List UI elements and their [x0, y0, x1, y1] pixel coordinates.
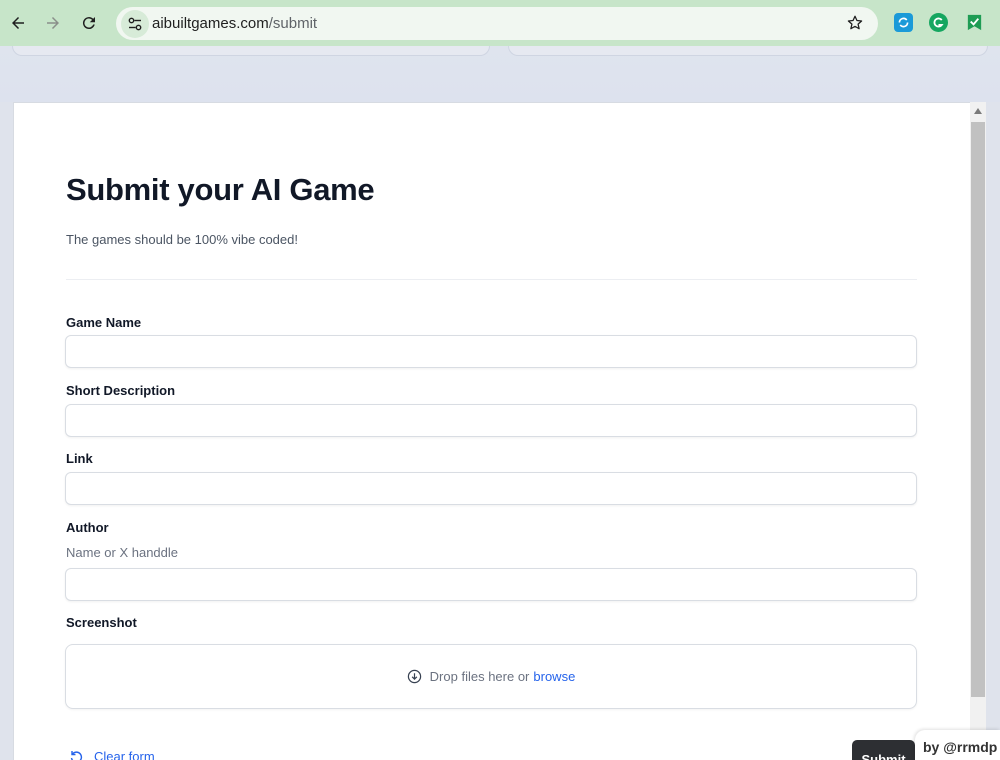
author-input[interactable]	[65, 568, 917, 601]
site-settings-icon[interactable]	[121, 10, 149, 38]
grammarly-extension-icon[interactable]	[929, 13, 948, 32]
download-circle-icon	[407, 669, 421, 684]
game-name-input[interactable]	[65, 335, 917, 368]
clear-form-label: Clear form	[94, 748, 155, 760]
background-card-edge	[12, 46, 490, 56]
page-background	[0, 46, 1000, 102]
scroll-up-arrow-icon[interactable]	[974, 108, 982, 114]
page-title: Submit your AI Game	[66, 172, 375, 207]
browse-link[interactable]: browse	[533, 669, 575, 684]
browser-toolbar: aibuiltgames.com/submit	[0, 0, 1000, 46]
checkmark-extension-icon[interactable]	[965, 13, 984, 32]
short-description-input[interactable]	[65, 404, 917, 437]
background-card-edge	[508, 46, 988, 56]
url-path: /submit	[268, 15, 318, 32]
clear-form-button[interactable]: Clear form	[68, 748, 155, 760]
author-credit-badge[interactable]: by @rrmdp	[915, 730, 1000, 760]
scrollbar-thumb[interactable]	[971, 122, 985, 697]
author-hint: Name or X handdle	[66, 545, 179, 560]
sync-extension-icon[interactable]	[894, 13, 913, 32]
url-host: aibuiltgames.com	[152, 15, 269, 32]
url-text[interactable]: aibuiltgames.com/submit	[152, 15, 317, 32]
game-name-label: Game Name	[66, 315, 142, 330]
screenshot-dropzone[interactable]: Drop files here or browse	[65, 644, 917, 709]
link-label: Link	[66, 451, 93, 466]
bookmark-star-icon[interactable]	[846, 14, 864, 32]
submit-button[interactable]: Submit	[852, 740, 915, 760]
author-label: Author	[66, 520, 109, 535]
scrollbar[interactable]	[970, 102, 986, 742]
page-subtitle: The games should be 100% vibe coded!	[66, 232, 298, 247]
divider	[66, 279, 917, 280]
screenshot-label: Screenshot	[66, 615, 137, 630]
dropzone-text: Drop files here or	[429, 669, 530, 684]
link-input[interactable]	[65, 472, 917, 505]
back-arrow-icon[interactable]	[6, 11, 30, 35]
address-bar[interactable]: aibuiltgames.com/submit	[116, 7, 878, 40]
short-description-label: Short Description	[66, 383, 176, 398]
reload-icon[interactable]	[77, 11, 101, 35]
undo-icon	[70, 751, 83, 760]
forward-arrow-icon[interactable]	[41, 11, 65, 35]
